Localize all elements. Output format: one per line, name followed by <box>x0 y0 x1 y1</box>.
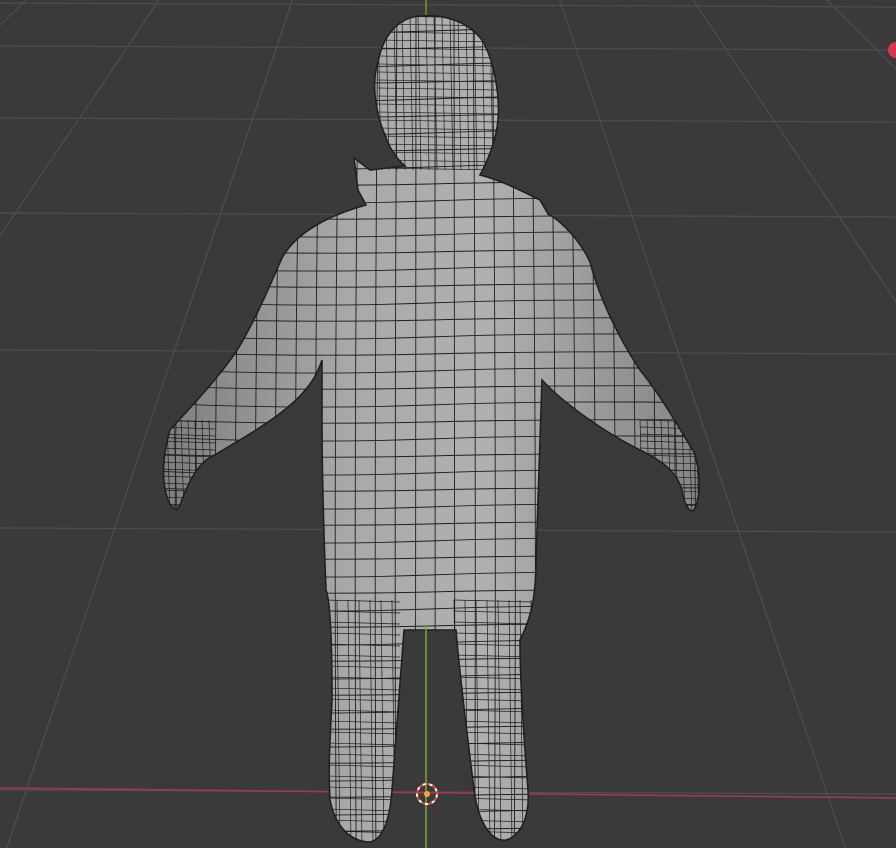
3d-cursor-icon[interactable] <box>416 783 438 805</box>
3d-viewport[interactable] <box>0 0 896 848</box>
character-mesh[interactable] <box>135 0 720 848</box>
navigation-gizmo-x-icon[interactable] <box>888 42 896 58</box>
viewport-canvas[interactable] <box>0 0 896 848</box>
